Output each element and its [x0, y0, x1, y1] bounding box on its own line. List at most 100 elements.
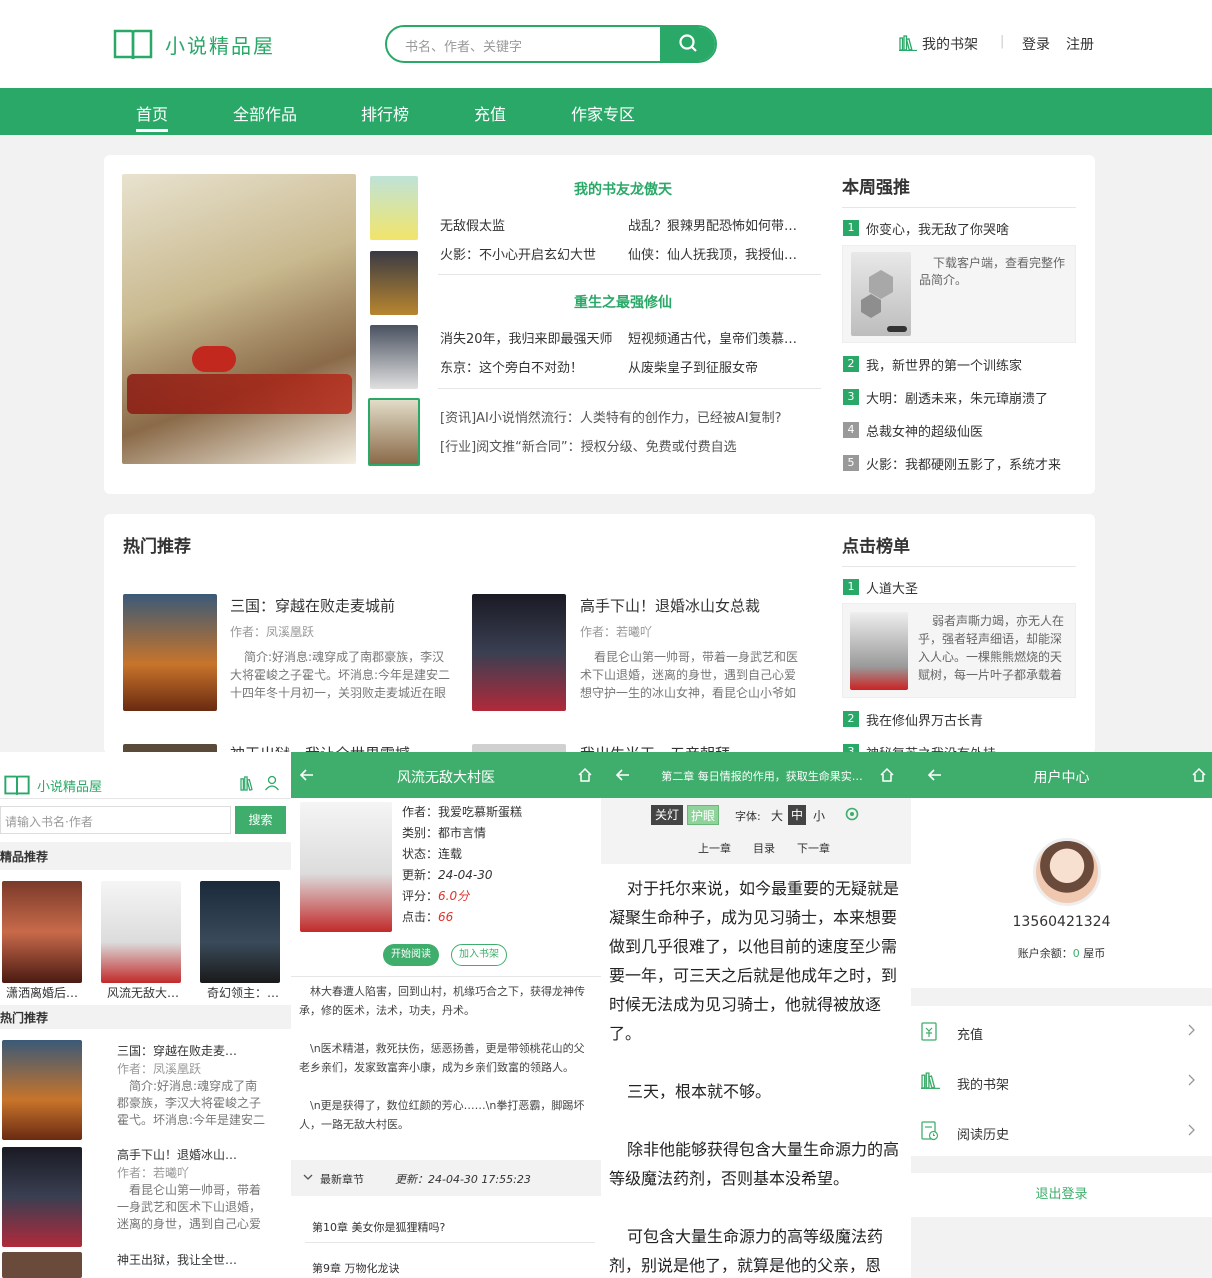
list-cover[interactable]: [2, 1040, 82, 1140]
lights-off-button[interactable]: 关灯: [651, 805, 683, 825]
nav-home[interactable]: 首页: [136, 101, 169, 132]
weekly-item[interactable]: 我，新世界的第一个训练家: [866, 355, 1076, 374]
mobile-search-input[interactable]: 请输入书名·作者: [0, 806, 231, 834]
weekly-item[interactable]: 火影：我都硬刚五影了，系统才来: [866, 454, 1076, 473]
hot-book-author[interactable]: 作者：若曦吖: [580, 623, 652, 640]
thumb-cover-4-selected[interactable]: [368, 398, 420, 466]
list-cover[interactable]: [2, 1252, 82, 1278]
menu-reading-history[interactable]: 阅读历史: [911, 1106, 1212, 1156]
search-box[interactable]: 书名、作者、关键字: [385, 25, 717, 63]
search-placeholder[interactable]: 请输入书名·作者: [5, 813, 93, 830]
hot-book-title[interactable]: 三国：穿越在败走麦城前: [230, 595, 395, 616]
logout-button[interactable]: 退出登录: [911, 1173, 1212, 1217]
hot-book-cover[interactable]: [123, 594, 217, 711]
settings-icon[interactable]: [844, 806, 860, 822]
hot-card: 热门推荐 三国：穿越在败走麦城前 作者：凤溪凰跃 简介:好消息:魂穿成了南郡豪族…: [104, 514, 1095, 754]
section-title: 热门推荐: [0, 1011, 49, 1025]
chevron-right-icon: [1188, 1074, 1195, 1086]
weekly-top-cover[interactable]: [851, 252, 911, 336]
book-logo-icon[interactable]: [4, 774, 30, 796]
nav-ranking[interactable]: 排行榜: [361, 101, 409, 125]
weekly-item[interactable]: 你变心，我无敌了你哭啥: [866, 219, 1076, 238]
weekly-item[interactable]: 总裁女神的超级仙医: [866, 421, 1076, 440]
hot-book-title[interactable]: 高手下山！退婚冰山女总裁: [580, 595, 760, 616]
profile-section: 13560421324 账户余额：0 屋币: [911, 798, 1212, 988]
pick-cover[interactable]: [2, 881, 82, 983]
chapter-item[interactable]: 第10章 美女你是狐狸精吗?: [312, 1219, 445, 1235]
home-icon[interactable]: [1191, 767, 1207, 783]
font-medium-button[interactable]: 中: [788, 805, 806, 825]
featured-item[interactable]: 仙侠：仙人抚我顶，我授仙…: [628, 244, 808, 263]
clicks-item[interactable]: 我在修仙界万古长青: [866, 710, 983, 729]
book-author[interactable]: 作者：我爱吃慕斯蛋糕: [402, 803, 522, 820]
font-small-button[interactable]: 小: [813, 807, 825, 824]
book-logo-icon[interactable]: [113, 27, 153, 61]
hot-book-cover[interactable]: [472, 594, 566, 711]
login-link[interactable]: 登录: [1022, 34, 1050, 54]
home-icon[interactable]: [577, 767, 593, 783]
featured-section-title[interactable]: 重生之最强修仙: [574, 292, 672, 312]
clicks-top-detail[interactable]: 弱者声嘶力竭，亦无人在乎，强者轻声细语，却能深入人心。一棵熊熊燃烧的天赋树，每一…: [842, 603, 1076, 698]
next-chapter-link[interactable]: 下一章: [797, 840, 830, 856]
mobile-search-button[interactable]: 搜索: [235, 806, 286, 834]
search-placeholder[interactable]: 书名、作者、关键字: [405, 36, 522, 55]
weekly-top-detail[interactable]: 下载客户端，查看完整作品简介。: [842, 245, 1076, 343]
list-author[interactable]: 作者：若曦吖: [117, 1164, 189, 1181]
hot-book-author[interactable]: 作者：凤溪凰跃: [230, 623, 314, 640]
featured-item[interactable]: 战乱？狠辣男配恐怖如何带家…: [628, 215, 808, 234]
font-large-button[interactable]: 大: [771, 807, 783, 824]
pick-cover[interactable]: [101, 881, 181, 983]
menu-bookshelf[interactable]: 我的书架: [911, 1056, 1212, 1106]
site-logo-text[interactable]: 小说精品屋: [165, 30, 275, 59]
home-icon[interactable]: [879, 767, 895, 783]
nav-recharge[interactable]: 充值: [474, 101, 506, 125]
user-icon[interactable]: [264, 775, 280, 791]
pick-title[interactable]: 奇幻领主：…: [207, 984, 281, 1001]
menu-recharge[interactable]: 充值: [911, 1006, 1212, 1056]
featured-item[interactable]: 消失20年，我归来即最强天师: [440, 328, 625, 347]
list-title[interactable]: 三国：穿越在败走麦…: [117, 1042, 237, 1059]
bookshelf-icon: [899, 35, 917, 51]
my-bookshelf-link[interactable]: 我的书架: [922, 34, 978, 54]
avatar[interactable]: [1033, 838, 1101, 906]
thumb-cover-2[interactable]: [370, 251, 418, 315]
list-title[interactable]: 高手下山！退婚冰山…: [117, 1146, 237, 1163]
featured-item[interactable]: 东京：这个旁白不对劲！: [440, 357, 620, 376]
featured-item[interactable]: 无敌假太监: [440, 215, 620, 234]
add-bookshelf-button[interactable]: 加入书架: [451, 944, 507, 966]
updated-value: 24-04-30: [438, 868, 493, 882]
pick-title[interactable]: 潇洒离婚后…: [6, 984, 80, 1001]
clicks-top-cover[interactable]: [850, 612, 908, 690]
featured-cover-image[interactable]: [122, 174, 356, 464]
list-author[interactable]: 作者：凤溪凰跃: [117, 1060, 201, 1077]
weekly-item[interactable]: 大明：剧透未来，朱元璋崩溃了: [866, 388, 1076, 407]
nav-author-zone[interactable]: 作家专区: [571, 101, 635, 125]
nav-all-works[interactable]: 全部作品: [233, 101, 297, 125]
start-reading-button[interactable]: 开始阅读: [383, 944, 439, 966]
eye-care-button[interactable]: 护眼: [687, 805, 719, 825]
chevron-down-icon: [303, 1174, 313, 1180]
featured-item[interactable]: 从废柴皇子到征服女帝: [628, 357, 808, 376]
thumb-cover-1[interactable]: [370, 176, 418, 240]
latest-chapter-bar[interactable]: 最新章节 更新：24-04-30 17:55:23: [291, 1160, 601, 1196]
pick-title[interactable]: 风流无敌大…: [107, 984, 181, 1001]
bookshelf-icon[interactable]: [240, 776, 257, 791]
news-item[interactable]: [资讯]AI小说悄然流行：人类特有的创作力，已经被AI复制?: [440, 407, 820, 426]
back-arrow-icon[interactable]: [615, 767, 631, 783]
clicks-item[interactable]: 人道大圣: [866, 578, 918, 597]
site-logo-text[interactable]: 小说精品屋: [37, 776, 102, 795]
list-title[interactable]: 神王出狱，我让全世…: [117, 1251, 237, 1268]
book-cover: [300, 802, 392, 932]
featured-item[interactable]: 短视频通古代，皇帝们羡慕…: [628, 328, 808, 347]
pick-cover[interactable]: [200, 881, 280, 983]
search-button[interactable]: [660, 27, 715, 61]
prev-chapter-link[interactable]: 上一章: [698, 840, 731, 856]
list-cover[interactable]: [2, 1147, 82, 1247]
featured-item[interactable]: 火影：不小心开启玄幻大世: [440, 244, 620, 263]
thumb-cover-3[interactable]: [370, 325, 418, 389]
featured-section-title[interactable]: 我的书友龙傲天: [574, 179, 672, 199]
news-item[interactable]: [行业]阅文推“新合同”：授权分级、免费或付费自选: [440, 436, 820, 455]
chapter-item[interactable]: 第9章 万物化龙诀: [312, 1260, 400, 1276]
register-link[interactable]: 注册: [1066, 34, 1094, 54]
toc-link[interactable]: 目录: [753, 840, 775, 856]
